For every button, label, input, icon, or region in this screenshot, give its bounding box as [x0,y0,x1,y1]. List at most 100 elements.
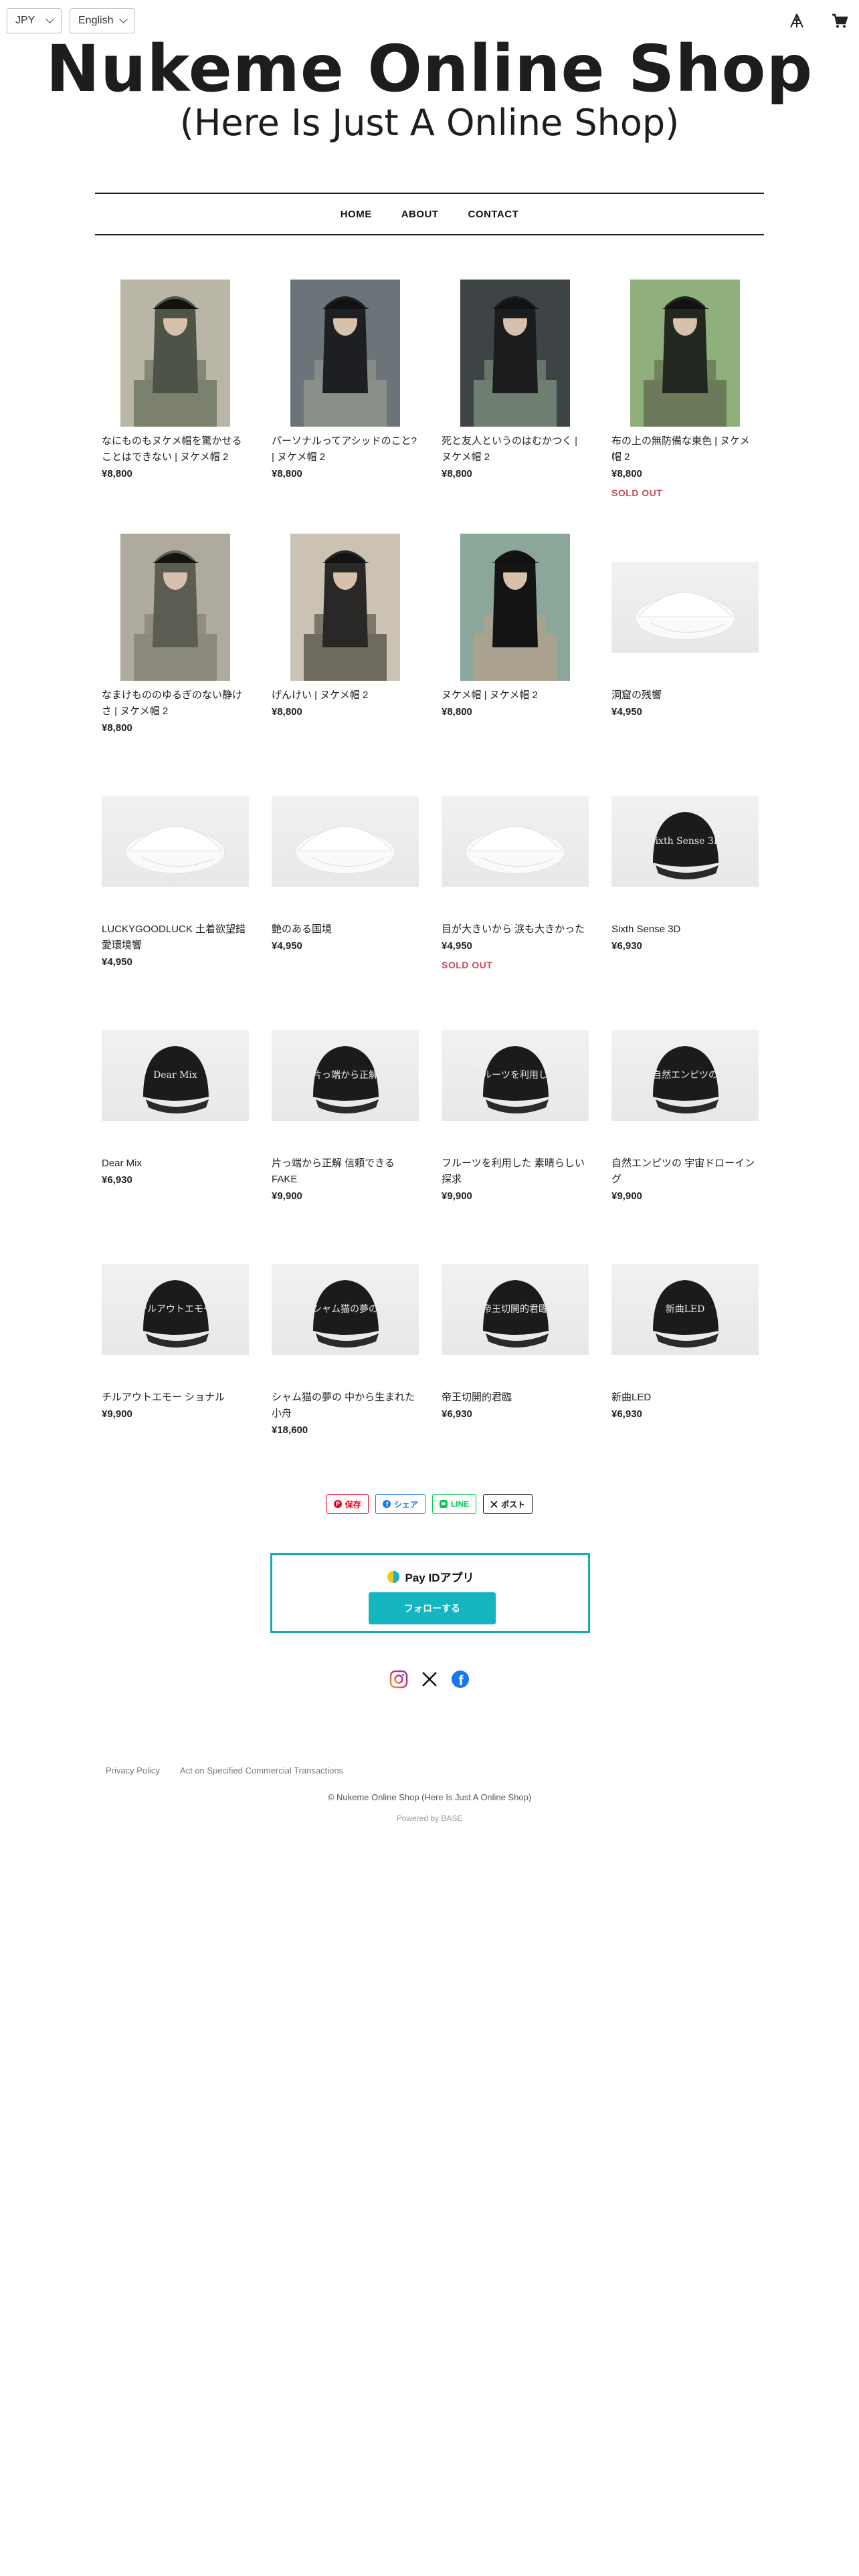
product-name[interactable]: 艶のある国境 [272,922,419,938]
product-image[interactable]: フルーツを利用した [442,1002,589,1149]
product-card[interactable]: 帝王切開的君臨 帝王切開的君臨 ¥6,930 [442,1236,589,1420]
product-card[interactable]: 片っ端から正解 片っ端から正解 信頼できるFAKE ¥9,900 [272,1002,419,1202]
product-name[interactable]: 自然エンピツの 宇宙ドローイング [611,1156,759,1188]
product-name[interactable]: げんけい | ヌケメ帽 2 [272,687,419,704]
svg-text:フルーツを利用した: フルーツを利用した [473,1070,557,1081]
product-card[interactable]: チルアウトエモー チルアウトエモー ショナル ¥9,900 [102,1236,249,1420]
product-image[interactable] [272,768,419,915]
site-subtitle: (Here Is Just A Online Shop) [179,102,680,144]
x-post-button[interactable]: ポスト [483,1494,533,1514]
product-card[interactable]: 自然エンピツの自然エンピツの 宇宙ドローイング ¥9,900 [611,1002,759,1202]
product-name[interactable]: チルアウトエモー ショナル [102,1390,249,1406]
product-name[interactable]: なまけもののゆるぎのない静けさ | ヌケメ帽 2 [102,687,249,720]
cart-icon[interactable] [831,12,848,29]
product-image[interactable]: シャム猫の夢の [272,1236,419,1383]
chevron-down-icon [45,15,54,23]
product-image[interactable]: チルアウトエモー [102,1236,249,1383]
product-image[interactable]: 自然エンピツの [611,1002,759,1149]
x-icon[interactable] [420,1670,439,1692]
product-image[interactable] [102,280,249,427]
pinterest-save-button[interactable]: P 保存 [326,1494,369,1514]
product-card[interactable]: 艶のある国境 ¥4,950 [272,768,419,952]
product-name[interactable]: 洞窟の残響 [611,687,759,704]
nav-home[interactable]: HOME [341,209,372,220]
svg-text:f: f [459,1673,464,1689]
svg-text:P: P [336,1501,340,1507]
sold-out-badge: SOLD OUT [442,960,493,970]
product-card[interactable]: パーソナルってアシッドのこと? | ヌケメ帽 2 ¥8,800 [272,280,419,479]
currency-select[interactable]: JPY [7,8,62,33]
product-name[interactable]: ヌケメ帽 | ヌケメ帽 2 [442,687,589,704]
product-card[interactable]: シャム猫の夢の シャム猫の夢の 中から生まれた小舟 ¥18,600 [272,1236,419,1436]
product-image[interactable] [611,280,759,427]
chevron-down-icon [119,15,128,23]
main-nav: HOME ABOUT CONTACT [95,193,764,235]
product-name[interactable]: 新曲LED [611,1390,759,1406]
product-name[interactable]: Sixth Sense 3D [611,922,759,938]
product-image[interactable]: 新曲LED [611,1236,759,1383]
product-image[interactable]: 帝王切開的君臨 [442,1236,589,1383]
product-image[interactable] [442,280,589,427]
product-name[interactable]: Dear Mix [102,1156,249,1172]
product-name[interactable]: 帝王切開的君臨 [442,1390,589,1406]
powered-by[interactable]: Powered by BASE [0,1814,859,1823]
product-image[interactable]: Dear Mix [102,1002,249,1149]
base-logo-icon[interactable] [788,12,805,29]
product-image[interactable]: Sixth Sense 3D [611,768,759,915]
line-label: LINE [450,1499,470,1509]
product-card[interactable]: 目が大きいから 涙も大きかった ¥4,950 SOLD OUT [442,768,589,970]
product-card[interactable]: 洞窟の残響 ¥4,950 [611,534,759,718]
product-name[interactable]: 目が大きいから 涙も大きかった [442,922,589,938]
instagram-icon[interactable] [389,1670,408,1692]
product-image[interactable] [102,768,249,915]
product-image[interactable] [272,280,419,427]
product-card[interactable]: Dear Mix Dear Mix ¥6,930 [102,1002,249,1186]
product-card[interactable]: なまけもののゆるぎのない静けさ | ヌケメ帽 2 ¥8,800 [102,534,249,734]
commercial-transactions-link[interactable]: Act on Specified Commercial Transactions [180,1765,343,1776]
product-card[interactable]: フルーツを利用した フルーツを利用した 素晴らしい探求 ¥9,900 [442,1002,589,1202]
product-name[interactable]: LUCKYGOODLUCK 土着欲望錯愛環境響 [102,922,249,954]
top-bar: JPY English [7,8,135,33]
site-title[interactable]: Nukeme Online Shop [0,32,859,106]
product-name[interactable]: なにものもヌケメ帽を驚かせることはできない | ヌケメ帽 2 [102,433,249,465]
facebook-share-button[interactable]: f シェア [375,1494,425,1514]
product-image[interactable]: 片っ端から正解 [272,1002,419,1149]
product-card[interactable]: ヌケメ帽 | ヌケメ帽 2 ¥8,800 [442,534,589,718]
product-image[interactable] [272,534,419,681]
product-image[interactable] [442,534,589,681]
nav-contact[interactable]: CONTACT [468,209,519,220]
svg-text:新曲LED: 新曲LED [666,1304,705,1315]
footer-links: Privacy Policy Act on Specified Commerci… [106,1765,343,1776]
product-card[interactable]: Sixth Sense 3D Sixth Sense 3D ¥6,930 [611,768,759,952]
product-image[interactable] [611,534,759,681]
product-card[interactable]: げんけい | ヌケメ帽 2 ¥8,800 [272,534,419,718]
svg-text:自然エンピツの: 自然エンピツの [652,1069,718,1081]
product-name[interactable]: フルーツを利用した 素晴らしい探求 [442,1156,589,1188]
save-label: 保存 [345,1499,361,1509]
product-card[interactable]: 布の上の無防備な東色 | ヌケメ帽 2 ¥8,800 SOLD OUT [611,280,759,498]
nav-about[interactable]: ABOUT [401,209,439,220]
product-price: ¥6,930 [611,1408,642,1420]
pinterest-icon: P [333,1500,342,1508]
product-name[interactable]: 死と友人というのはむかつく | ヌケメ帽 2 [442,433,589,465]
facebook-page-icon[interactable]: f [451,1670,470,1692]
product-name[interactable]: パーソナルってアシッドのこと? | ヌケメ帽 2 [272,433,419,465]
follow-button[interactable]: フォローする [369,1592,496,1624]
product-card[interactable]: なにものもヌケメ帽を驚かせることはできない | ヌケメ帽 2 ¥8,800 [102,280,249,479]
language-select[interactable]: English [70,8,135,33]
product-name[interactable]: 布の上の無防備な東色 | ヌケメ帽 2 [611,433,759,465]
line-share-button[interactable]: LINE [432,1494,477,1514]
product-card[interactable]: LUCKYGOODLUCK 土着欲望錯愛環境響 ¥4,950 [102,768,249,968]
product-name[interactable]: 片っ端から正解 信頼できるFAKE [272,1156,419,1188]
product-price: ¥9,900 [611,1190,642,1202]
line-icon [439,1500,448,1508]
svg-text:シャム猫の夢の: シャム猫の夢の [312,1304,378,1315]
product-card[interactable]: 新曲LED 新曲LED ¥6,930 [611,1236,759,1420]
product-name[interactable]: シャム猫の夢の 中から生まれた小舟 [272,1390,419,1422]
share-buttons: P 保存 f シェア LINE ポスト [0,1494,859,1514]
product-card[interactable]: 死と友人というのはむかつく | ヌケメ帽 2 ¥8,800 [442,280,589,479]
product-image[interactable] [442,768,589,915]
product-image[interactable] [102,534,249,681]
x-logo-icon [490,1500,498,1508]
privacy-policy-link[interactable]: Privacy Policy [106,1765,160,1776]
